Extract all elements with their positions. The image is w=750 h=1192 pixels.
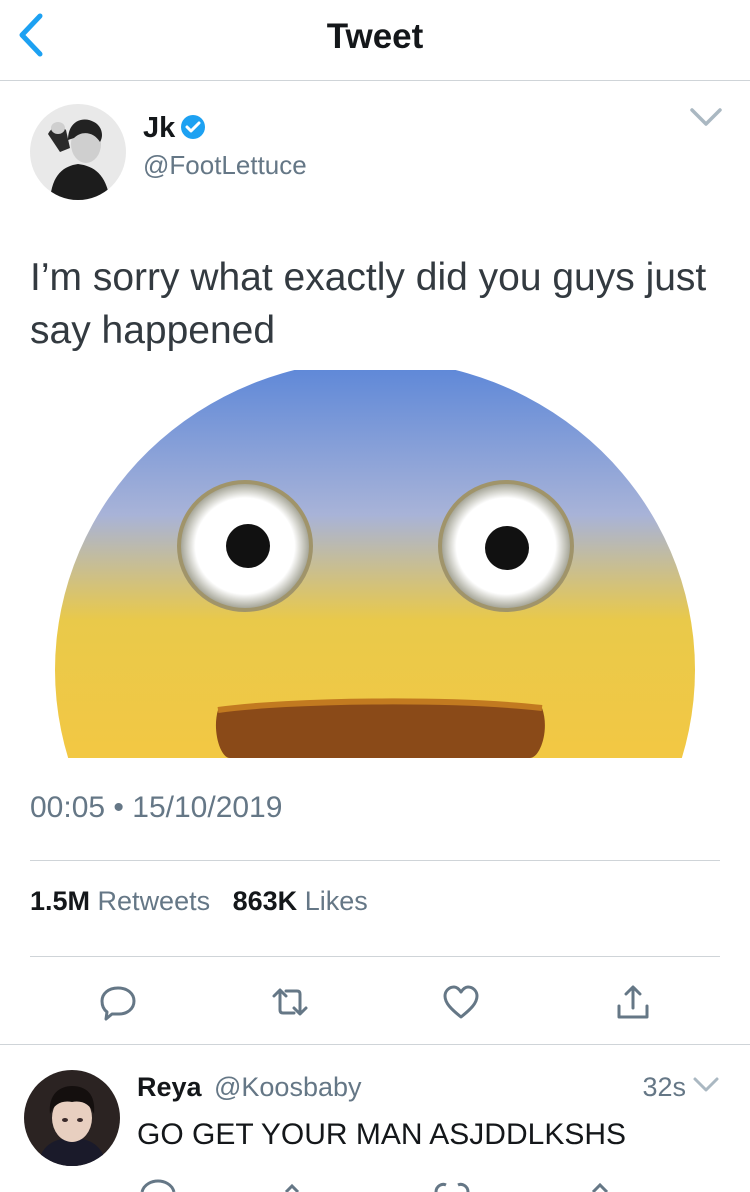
tweet-date: 15/10/2019 xyxy=(132,791,283,824)
reply-author-handle[interactable]: @Koosbaby xyxy=(214,1072,362,1103)
tweet-text: I’m sorry what exactly did you guys just… xyxy=(30,256,707,352)
likes-stat[interactable]: 863K Likes xyxy=(233,886,368,916)
author-avatar[interactable] xyxy=(30,104,126,200)
reply-avatar[interactable] xyxy=(24,1070,120,1166)
reply-author-name[interactable]: Reya xyxy=(137,1072,202,1103)
author-name[interactable]: Jk xyxy=(143,112,175,145)
retweets-count: 1.5M xyxy=(30,886,91,916)
chevron-down-icon[interactable] xyxy=(688,105,724,131)
retweet-icon[interactable] xyxy=(282,1178,322,1192)
reply-icon[interactable] xyxy=(98,982,138,1022)
tweet-stats: 1.5M Retweets 863K Likes xyxy=(30,886,368,917)
likes-label: Likes xyxy=(304,886,368,916)
timestamp-separator: • xyxy=(113,791,124,824)
likes-count: 863K xyxy=(232,886,298,916)
like-icon[interactable] xyxy=(432,1178,472,1192)
divider xyxy=(30,956,720,957)
divider xyxy=(30,860,720,861)
share-icon[interactable] xyxy=(613,982,653,1022)
verified-badge-icon xyxy=(181,115,205,139)
like-icon[interactable] xyxy=(441,982,481,1022)
reply-text: GO GET YOUR MAN ASJDDLKSHS xyxy=(137,1118,627,1151)
author-handle[interactable]: @FootLettuce xyxy=(143,150,307,181)
tweet-timestamp: 00:05 • 15/10/2019 xyxy=(30,791,282,825)
navigation-bar: Tweet xyxy=(0,0,750,81)
reply-time: 32s xyxy=(642,1072,686,1102)
retweet-icon[interactable] xyxy=(270,982,310,1022)
page-title: Tweet xyxy=(326,17,424,56)
retweets-stat[interactable]: 1.5M Retweets xyxy=(30,886,210,916)
tweet-time: 00:05 xyxy=(30,791,106,824)
chevron-down-icon[interactable] xyxy=(692,1075,720,1097)
reply-icon[interactable] xyxy=(138,1178,178,1192)
retweets-label: Retweets xyxy=(97,886,211,916)
share-icon[interactable] xyxy=(580,1178,620,1192)
tweet-media-image[interactable] xyxy=(30,370,720,758)
divider xyxy=(0,1044,750,1045)
